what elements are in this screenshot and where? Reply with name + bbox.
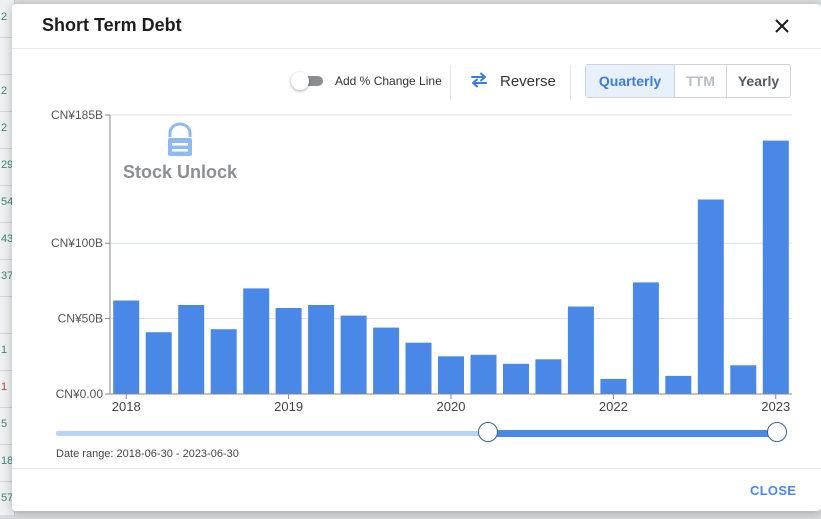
range-start-handle[interactable]	[478, 422, 498, 442]
modal-footer: CLOSE	[12, 468, 821, 512]
bar[interactable]	[405, 342, 432, 394]
bar[interactable]	[340, 315, 367, 394]
background-cell-text: 2	[1, 85, 8, 97]
range-track	[56, 431, 488, 436]
bar[interactable]	[470, 354, 497, 394]
x-axis-ticks: 2018 2019 2020 2022 2023	[112, 394, 790, 414]
bar[interactable]	[697, 199, 724, 395]
x-tick-label: 2019	[274, 399, 303, 414]
reverse-label: Reverse	[500, 73, 556, 90]
date-range-slider[interactable]	[56, 421, 796, 451]
bar[interactable]	[762, 140, 789, 394]
x-tick-label: 2020	[437, 399, 466, 414]
y-tick-label: CN¥0.00	[56, 387, 104, 401]
bar[interactable]	[535, 359, 562, 394]
background-cell-text: 1	[1, 381, 8, 393]
period-yearly-button[interactable]: Yearly	[727, 65, 790, 97]
bar[interactable]	[308, 305, 335, 394]
background-cell-text: 2	[1, 11, 8, 23]
toolbar-divider	[570, 65, 571, 99]
bar[interactable]	[600, 378, 627, 394]
bar[interactable]	[243, 288, 270, 394]
lock-logo-icon	[168, 122, 192, 156]
close-button[interactable]: CLOSE	[750, 483, 796, 498]
x-tick-label: 2022	[599, 399, 628, 414]
bar[interactable]	[210, 329, 237, 394]
bar[interactable]	[275, 308, 302, 394]
close-icon[interactable]	[772, 16, 792, 36]
toggle-knob	[291, 72, 309, 90]
y-tick-label: CN¥100B	[51, 236, 103, 250]
change-line-toggle[interactable]	[291, 72, 325, 90]
bar[interactable]	[145, 332, 172, 394]
modal-title: Short Term Debt	[42, 15, 182, 35]
background-cell-text: 5	[1, 418, 8, 430]
bar[interactable]	[567, 306, 594, 395]
x-tick-label: 2018	[112, 399, 141, 414]
chart-toolbar: Add % Change Line Reverse Quarterly TTM …	[12, 62, 821, 102]
x-tick-label: 2023	[761, 399, 790, 414]
bar[interactable]	[373, 327, 400, 394]
bar[interactable]	[665, 375, 692, 394]
period-quarterly-button[interactable]: Quarterly	[586, 65, 674, 97]
modal-header: Short Term Debt	[12, 4, 821, 49]
background-cell-text: 2	[1, 122, 8, 134]
y-axis-ticks: CN¥0.00 CN¥50B CN¥100B CN¥185B	[51, 108, 110, 401]
period-ttm-button[interactable]: TTM	[675, 65, 726, 97]
y-tick-label: CN¥185B	[51, 108, 103, 122]
date-range-label: Date range: 2018-06-30 - 2023-06-30	[56, 448, 239, 460]
background-cell-text: 1	[1, 344, 8, 356]
watermark-text: Stock Unlock	[123, 162, 238, 182]
bar[interactable]	[178, 305, 205, 394]
change-line-label: Add % Change Line	[335, 74, 442, 88]
y-tick-label: CN¥50B	[58, 312, 103, 326]
watermark: Stock Unlock	[123, 122, 238, 182]
bar[interactable]	[438, 356, 464, 394]
bar[interactable]	[730, 365, 757, 394]
period-selector: Quarterly TTM Yearly	[585, 64, 791, 98]
bar[interactable]	[632, 282, 659, 394]
bar[interactable]	[503, 363, 529, 394]
swap-arrows-icon	[471, 72, 487, 88]
reverse-button[interactable]: Reverse	[468, 66, 558, 96]
short-term-debt-chart: CN¥0.00 CN¥50B CN¥100B CN¥185B 2018 2019 2020…	[51, 108, 792, 414]
range-end-handle[interactable]	[767, 422, 787, 442]
toolbar-divider	[450, 65, 451, 99]
chart-modal: Short Term Debt Add % Change Line Revers…	[12, 4, 821, 511]
bar[interactable]	[113, 300, 140, 395]
range-selected-track	[488, 430, 778, 437]
